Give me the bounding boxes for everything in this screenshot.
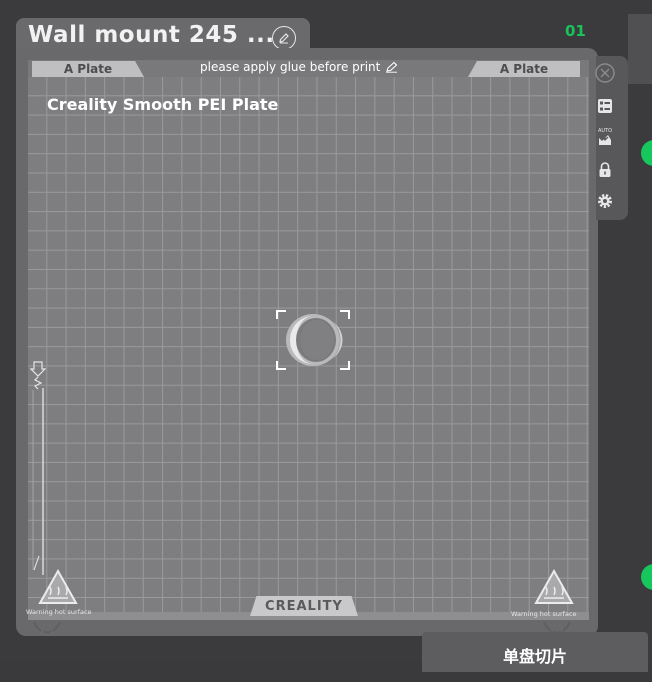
- collapse-handle-top[interactable]: [641, 140, 652, 166]
- edit-title-button[interactable]: [272, 26, 296, 50]
- creality-logo: CREALITY: [250, 596, 358, 616]
- collapse-handle-bottom[interactable]: [641, 564, 652, 590]
- plate-number: 01: [565, 22, 586, 40]
- right-panel-edge: [628, 14, 652, 84]
- plate-settings-button[interactable]: [594, 190, 616, 212]
- plate-notice-text: please apply glue before print: [200, 60, 381, 74]
- lock-plate-button[interactable]: [594, 159, 616, 181]
- slice-plate-button[interactable]: 单盘切片: [422, 632, 648, 672]
- list-icon: [598, 99, 612, 113]
- 3d-viewport[interactable]: Wall mount 245 ... 01 A Plate A Plate pl…: [0, 0, 652, 672]
- auto-orient-button[interactable]: AUTO: [594, 126, 616, 148]
- hot-surface-warning-icon: [38, 568, 78, 604]
- pencil-icon: [279, 33, 289, 44]
- plate-notice[interactable]: please apply glue before print: [200, 60, 399, 74]
- model-object[interactable]: [276, 309, 350, 371]
- project-title: Wall mount 245 ...: [28, 22, 275, 48]
- warning-label-right: Warning hot surface: [511, 610, 577, 618]
- lock-icon: [599, 162, 611, 177]
- plate-tag-left: A Plate: [32, 61, 144, 77]
- axis-gizmo-icon: [33, 621, 61, 636]
- gear-icon: [598, 194, 612, 208]
- close-icon: [595, 63, 615, 83]
- auto-orient-icon: AUTO: [598, 128, 612, 145]
- z-axis-indicator: [29, 360, 48, 580]
- pencil-icon: [386, 61, 398, 73]
- close-plate-button[interactable]: [594, 62, 616, 84]
- arrange-plate-button[interactable]: [594, 95, 616, 117]
- auto-label: AUTO: [598, 128, 612, 134]
- plate-tag-right: A Plate: [468, 61, 580, 77]
- bed-type-label: Creality Smooth PEI Plate: [47, 95, 279, 114]
- warning-label-left: Warning hot surface: [26, 608, 92, 616]
